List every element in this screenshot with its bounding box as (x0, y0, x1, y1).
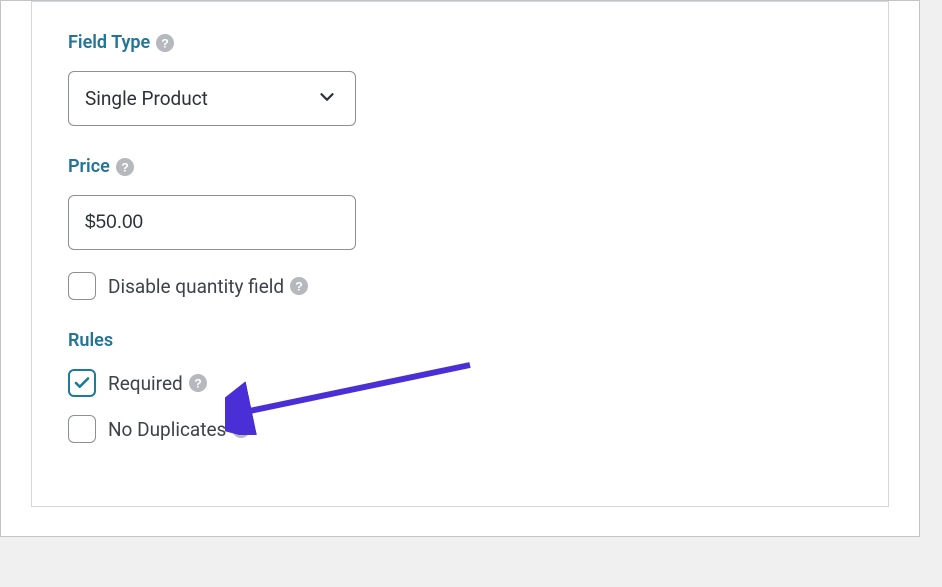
svg-text:?: ? (295, 280, 303, 294)
no-duplicates-label: No Duplicates ? (108, 418, 250, 441)
help-icon[interactable]: ? (116, 158, 134, 176)
required-label: Required ? (108, 372, 207, 395)
required-label-text: Required (108, 372, 183, 395)
required-row: Required ? (68, 369, 852, 397)
price-label: Price ? (68, 156, 852, 177)
disable-quantity-label: Disable quantity field ? (108, 275, 308, 298)
help-icon[interactable]: ? (290, 277, 308, 295)
svg-text:?: ? (121, 160, 129, 174)
required-checkbox[interactable] (68, 369, 96, 397)
svg-text:?: ? (238, 423, 246, 437)
no-duplicates-checkbox[interactable] (68, 415, 96, 443)
no-duplicates-row: No Duplicates ? (68, 415, 852, 443)
field-type-select-wrap: Single Product (68, 71, 356, 126)
price-input[interactable] (68, 195, 356, 250)
disable-quantity-checkbox[interactable] (68, 272, 96, 300)
disable-quantity-label-text: Disable quantity field (108, 275, 284, 298)
disable-quantity-row: Disable quantity field ? (68, 272, 852, 300)
svg-text:?: ? (161, 36, 169, 50)
rules-label: Rules (68, 330, 852, 351)
help-icon[interactable]: ? (232, 420, 250, 438)
help-icon[interactable]: ? (156, 34, 174, 52)
no-duplicates-label-text: No Duplicates (108, 418, 226, 441)
field-type-label: Field Type ? (68, 32, 852, 53)
svg-text:?: ? (194, 377, 202, 391)
price-label-text: Price (68, 156, 110, 177)
field-type-label-text: Field Type (68, 32, 150, 53)
field-type-selected-value: Single Product (85, 87, 208, 110)
help-icon[interactable]: ? (189, 374, 207, 392)
field-type-select[interactable]: Single Product (68, 71, 356, 126)
rules-label-text: Rules (68, 330, 113, 351)
